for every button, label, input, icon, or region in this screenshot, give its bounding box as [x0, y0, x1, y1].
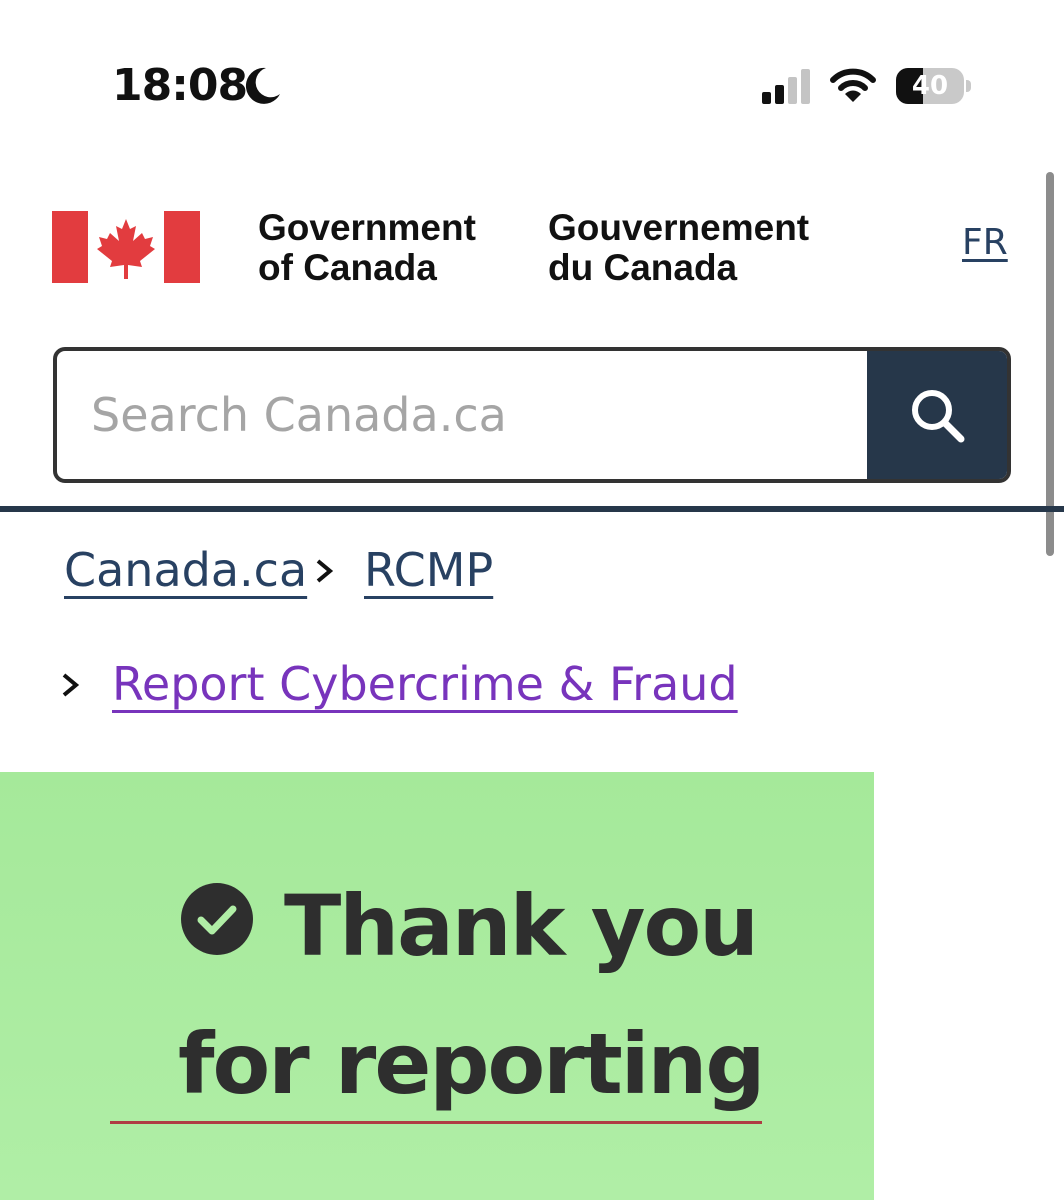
breadcrumb: Canada.ca RCMP Report Cybercrime & Fraud: [62, 540, 1024, 730]
signature-en-line-2: of Canada: [258, 247, 437, 288]
status-time: 18:08: [112, 60, 248, 111]
signature-fr-line-1: Gouvernement: [548, 207, 810, 248]
header-divider: [0, 506, 1064, 512]
signature-fr-line-2: du Canada: [548, 247, 738, 288]
chevron-right-icon: [316, 559, 334, 583]
thank-you-line-2: for reporting: [178, 1015, 765, 1113]
battery-cap: [966, 80, 971, 92]
language-toggle-link[interactable]: FR: [962, 222, 1008, 263]
search-button[interactable]: [867, 351, 1007, 479]
canada-flag-icon: [52, 211, 200, 283]
signature-english: Government of Canada: [258, 208, 476, 288]
battery-level-text: 40: [911, 71, 949, 101]
cellular-signal-icon: [762, 69, 810, 104]
moon-icon: [245, 67, 280, 104]
breadcrumb-item-rcmp[interactable]: RCMP: [364, 540, 493, 600]
signature-en-line-1: Government: [258, 207, 476, 248]
signature-french: Gouvernement du Canada: [548, 208, 809, 288]
heading-underline: [110, 1121, 762, 1124]
chevron-right-icon: [62, 673, 80, 697]
check-circle-icon: [181, 883, 253, 955]
search-input[interactable]: [57, 351, 871, 479]
breadcrumb-item-canada[interactable]: Canada.ca: [64, 540, 307, 600]
battery-body: 40: [896, 68, 964, 104]
battery-indicator: 40: [896, 68, 972, 104]
wifi-icon: [830, 68, 876, 102]
search-form: [53, 347, 1011, 483]
status-bar: 18:08 40: [0, 0, 1064, 150]
thank-you-line-1: Thank you: [284, 877, 759, 975]
search-icon: [912, 390, 965, 443]
breadcrumb-item-report-cybercrime[interactable]: Report Cybercrime & Fraud: [112, 654, 738, 714]
scrollbar-thumb[interactable]: [1046, 172, 1054, 556]
